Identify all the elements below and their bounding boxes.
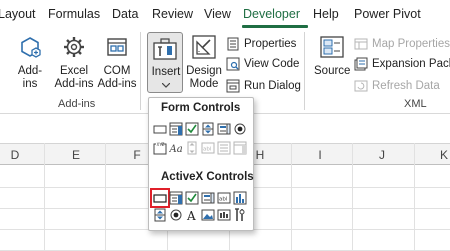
tab-developer[interactable]: Developer — [243, 7, 300, 21]
activex-check-box-icon[interactable] — [185, 191, 199, 205]
activex-option-button-icon[interactable] — [169, 208, 183, 222]
run-dialog-label: Run Dialog — [244, 80, 301, 92]
combo-box-icon[interactable] — [169, 122, 183, 136]
combo-dropdown-edit-icon[interactable] — [233, 141, 247, 155]
excel-add-ins-button[interactable]: Excel Add-ins — [53, 34, 95, 91]
add-ins-button[interactable]: Add- ins — [10, 34, 50, 91]
source-label: Source — [314, 65, 351, 77]
image-icon[interactable] — [201, 208, 215, 222]
activex-list-box-icon[interactable] — [201, 191, 215, 205]
svg-text:XYZ: XYZ — [157, 142, 165, 147]
run-dialog-button[interactable]: Run Dialog — [226, 77, 301, 95]
com-addins-icon — [107, 38, 127, 56]
view-code-label: View Code — [244, 58, 300, 70]
group-box-icon[interactable]: XYZ — [153, 141, 167, 155]
form-controls-title: Form Controls — [161, 102, 241, 114]
map-properties-label: Map Properties — [372, 38, 450, 50]
view-code-button[interactable]: View Code — [226, 55, 299, 73]
spin-button-icon[interactable] — [201, 122, 215, 136]
excel-add-ins-label-1: Excel — [59, 65, 89, 77]
map-properties-icon — [354, 38, 368, 50]
com-add-ins-label-2: Add-ins — [97, 78, 137, 90]
column-header-j[interactable]: J — [375, 148, 389, 162]
option-button-icon[interactable] — [233, 122, 247, 136]
view-code-icon — [226, 57, 240, 71]
grid-line — [44, 143, 45, 251]
column-header-k[interactable]: K — [437, 148, 450, 162]
toolbox-icon — [153, 38, 177, 60]
svg-text:abl: abl — [203, 147, 212, 153]
properties-icon — [227, 37, 239, 51]
label-icon[interactable]: Aa — [169, 141, 183, 155]
scroll-bar-icon[interactable] — [185, 141, 199, 155]
xml-group-label: XML — [404, 98, 427, 110]
tab-view[interactable]: View — [204, 7, 231, 21]
command-button-icon[interactable] — [150, 188, 170, 208]
tab-help[interactable]: Help — [313, 7, 339, 21]
hexagon-addin-icon — [21, 37, 41, 58]
source-button[interactable]: Source — [314, 34, 350, 78]
insert-controls-dropdown: Form Controls XYZ Aa abl ActiveX Control… — [148, 97, 254, 231]
chevron-down-icon — [162, 83, 170, 88]
activex-spin-button-icon[interactable] — [153, 208, 167, 222]
activex-label-icon[interactable]: A — [185, 208, 199, 222]
design-mode-button[interactable]: Design Mode — [186, 34, 222, 91]
check-box-icon[interactable] — [185, 122, 199, 136]
design-mode-label-1: Design — [186, 65, 222, 77]
grid-line — [105, 143, 106, 251]
grid-line — [291, 143, 292, 251]
properties-label: Properties — [244, 38, 297, 50]
map-properties-button[interactable]: Map Properties — [354, 35, 450, 53]
excel-window: Layout Formulas Data Review View Develop… — [0, 0, 450, 251]
xml-source-icon — [320, 36, 344, 58]
more-controls-icon[interactable] — [233, 208, 247, 222]
combo-list-edit-icon[interactable] — [217, 141, 231, 155]
grid-line — [414, 143, 415, 251]
com-add-ins-label-1: COM — [103, 65, 131, 77]
toggle-button-icon[interactable] — [217, 208, 231, 222]
svg-text:A: A — [186, 209, 196, 222]
insert-controls-button[interactable]: Insert — [147, 32, 183, 93]
add-ins-label-1: Add- — [17, 65, 43, 77]
refresh-data-icon — [354, 80, 368, 92]
excel-add-ins-label-2: Add-ins — [54, 78, 94, 90]
gear-icon — [64, 37, 84, 57]
properties-button[interactable]: Properties — [226, 35, 296, 53]
design-mode-label-2: Mode — [189, 78, 219, 90]
tab-data[interactable]: Data — [112, 7, 138, 21]
expansion-packs-button[interactable]: Expansion Packs — [354, 55, 450, 73]
design-mode-icon — [192, 35, 216, 59]
expansion-packs-label: Expansion Packs — [372, 58, 450, 70]
column-header-e[interactable]: E — [69, 148, 83, 162]
button-icon[interactable] — [153, 122, 167, 136]
ribbon-tab-bar: Layout Formulas Data Review View Develop… — [0, 0, 450, 28]
column-header-i[interactable]: I — [313, 148, 327, 162]
tab-power-pivot[interactable]: Power Pivot — [354, 7, 421, 21]
refresh-data-button[interactable]: Refresh Data — [354, 77, 440, 95]
text-field-icon[interactable]: abl — [201, 141, 215, 155]
refresh-data-label: Refresh Data — [372, 80, 440, 92]
add-ins-group-label: Add-ins — [58, 98, 96, 110]
com-add-ins-button[interactable]: COM Add-ins — [97, 34, 137, 91]
run-dialog-icon — [226, 79, 240, 93]
column-header-d[interactable]: D — [8, 148, 22, 162]
tab-review[interactable]: Review — [152, 7, 193, 21]
column-header-f[interactable]: F — [130, 148, 144, 162]
svg-text:abl: abl — [219, 197, 228, 203]
tab-layout[interactable]: Layout — [0, 7, 36, 21]
group-separator — [140, 32, 141, 110]
text-box-icon[interactable]: abl — [217, 191, 231, 205]
column-header-h[interactable]: H — [253, 148, 267, 162]
activex-controls-title: ActiveX Controls — [161, 171, 254, 183]
list-box-icon[interactable] — [217, 122, 231, 136]
expansion-packs-icon — [354, 57, 368, 71]
group-separator — [304, 32, 305, 110]
add-ins-label-2: ins — [22, 78, 38, 90]
grid-line — [352, 143, 353, 251]
tab-formulas[interactable]: Formulas — [48, 7, 100, 21]
insert-label: Insert — [151, 66, 181, 78]
activex-scroll-bar-icon[interactable] — [233, 191, 247, 205]
activex-combo-box-icon[interactable] — [169, 191, 183, 205]
svg-text:Aa: Aa — [169, 144, 183, 155]
